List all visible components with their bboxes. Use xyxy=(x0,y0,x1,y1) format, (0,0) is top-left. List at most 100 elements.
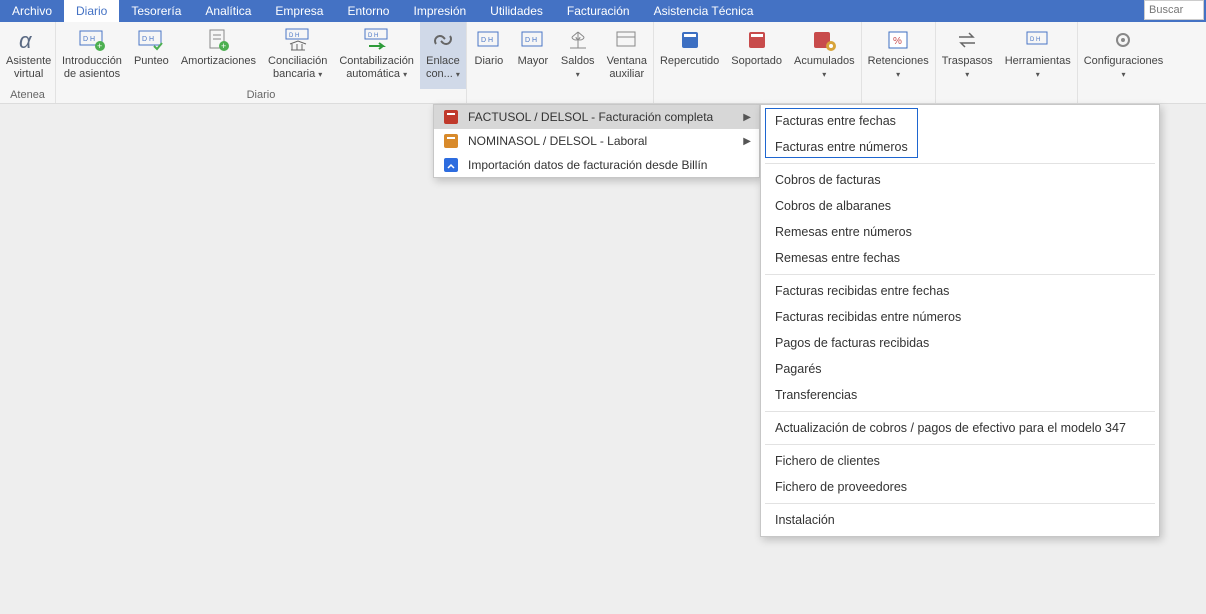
label: de asientos xyxy=(64,68,120,80)
soportado-button[interactable]: Soportado xyxy=(725,22,788,89)
svg-text:D H: D H xyxy=(368,33,378,39)
submenu-item[interactable]: Remesas entre fechas xyxy=(761,245,1159,271)
menu-item-label: FACTUSOL / DELSOL - Facturación completa xyxy=(468,110,713,124)
chevron-down-icon: ▾ xyxy=(1121,70,1125,79)
chevron-down-icon: ▾ xyxy=(403,70,407,79)
link-icon xyxy=(427,26,459,54)
submenu-item[interactable]: Actualización de cobros / pagos de efect… xyxy=(761,415,1159,441)
acumulados-button[interactable]: Acumulados▾ xyxy=(788,22,861,89)
menu-separator xyxy=(765,444,1155,445)
submenu-item[interactable]: Fichero de proveedores xyxy=(761,474,1159,500)
label: Conciliación xyxy=(268,55,327,67)
label: Mayor xyxy=(518,55,549,68)
introduccion-asientos-button[interactable]: D H+ Introducciónde asientos xyxy=(56,22,128,89)
label: Punteo xyxy=(134,55,169,68)
menu-item-label: Importación datos de facturación desde B… xyxy=(468,158,707,172)
amortizaciones-button[interactable]: + Amortizaciones xyxy=(175,22,262,89)
menu-separator xyxy=(765,411,1155,412)
tab-impresion[interactable]: Impresión xyxy=(401,0,478,22)
submenu-item[interactable]: Instalación xyxy=(761,507,1159,533)
ribbon: α Asistentevirtual Atenea D H+ Introducc… xyxy=(0,22,1206,104)
window-icon xyxy=(611,26,643,54)
svg-text:D H: D H xyxy=(481,37,493,44)
search-input[interactable]: Buscar xyxy=(1144,0,1204,20)
retenciones-button[interactable]: % Retenciones ▾ xyxy=(862,22,935,89)
submenu-item[interactable]: Remesas entre números xyxy=(761,219,1159,245)
gear-icon xyxy=(1107,26,1139,54)
ventana-auxiliar-button[interactable]: Ventanaauxiliar xyxy=(601,22,653,89)
label: Herramientas xyxy=(1005,55,1071,67)
traspasos-button[interactable]: Traspasos▾ xyxy=(936,22,999,89)
repercutido-button[interactable]: Repercutido xyxy=(654,22,725,89)
label: Soportado xyxy=(731,55,782,68)
label: Introducción xyxy=(62,55,122,67)
chevron-right-icon: ▶ xyxy=(743,112,751,123)
entry-check-icon: D H xyxy=(135,26,167,54)
submenu-item[interactable]: Transferencias xyxy=(761,382,1159,408)
submenu-item[interactable]: Fichero de clientes xyxy=(761,448,1159,474)
tools-entry-icon: D H xyxy=(1022,26,1054,54)
label: Contabilización xyxy=(339,55,414,67)
group-label: Atenea xyxy=(0,89,55,103)
label: auxiliar xyxy=(609,68,644,80)
conciliacion-bancaria-button[interactable]: D H Conciliaciónbancaria ▾ xyxy=(262,22,333,89)
tab-archivo[interactable]: Archivo xyxy=(0,0,64,22)
tab-facturacion[interactable]: Facturación xyxy=(555,0,642,22)
group-label xyxy=(467,89,653,103)
menu-item-factusol[interactable]: FACTUSOL / DELSOL - Facturación completa… xyxy=(434,105,759,129)
enlace-con-button[interactable]: Enlacecon... ▾ xyxy=(420,22,466,89)
tab-empresa[interactable]: Empresa xyxy=(263,0,335,22)
configuraciones-button[interactable]: Configuraciones ▾ xyxy=(1078,22,1170,89)
submenu-item[interactable]: Pagos de facturas recibidas xyxy=(761,330,1159,356)
label: Traspasos xyxy=(942,55,993,67)
svg-text:D H: D H xyxy=(142,36,154,43)
submenu-item[interactable]: Facturas entre números xyxy=(761,134,1159,160)
svg-text:+: + xyxy=(97,41,102,51)
saldos-button[interactable]: Saldos ▾ xyxy=(555,22,601,89)
label: Saldos xyxy=(561,55,595,67)
label: Enlace xyxy=(426,55,460,67)
chevron-down-icon: ▾ xyxy=(896,70,900,79)
label: Configuraciones xyxy=(1084,55,1164,67)
label: Amortizaciones xyxy=(181,55,256,68)
bank-icon: D H xyxy=(282,26,314,54)
submenu-item[interactable]: Cobros de facturas xyxy=(761,167,1159,193)
submenu-item[interactable]: Facturas recibidas entre fechas xyxy=(761,278,1159,304)
group-label xyxy=(654,89,861,103)
chevron-down-icon: ▾ xyxy=(318,70,322,79)
contabilizacion-automatica-button[interactable]: D H Contabilizaciónautomática ▾ xyxy=(333,22,420,89)
svg-text:%: % xyxy=(893,36,902,47)
ledger-icon: D H xyxy=(473,26,505,54)
chevron-down-icon: ▾ xyxy=(456,70,460,79)
menu-item-nominasol[interactable]: NOMINASOL / DELSOL - Laboral ▶ xyxy=(434,129,759,153)
label: Retenciones xyxy=(868,55,929,67)
alpha-icon: α xyxy=(13,26,45,54)
label: virtual xyxy=(14,68,43,80)
chevron-right-icon: ▶ xyxy=(743,136,751,147)
asistente-virtual-button[interactable]: α Asistentevirtual xyxy=(0,22,57,89)
group-label xyxy=(862,89,935,103)
mayor-button[interactable]: D H Mayor xyxy=(511,22,555,89)
tab-tesoreria[interactable]: Tesorería xyxy=(119,0,193,22)
submenu-item[interactable]: Facturas entre fechas xyxy=(761,108,1159,134)
submenu-item[interactable]: Facturas recibidas entre números xyxy=(761,304,1159,330)
book-gear-icon xyxy=(808,26,840,54)
app-orange-icon xyxy=(442,133,460,149)
balance-icon xyxy=(562,26,594,54)
tab-analitica[interactable]: Analítica xyxy=(193,0,263,22)
diario-button[interactable]: D H Diario xyxy=(467,22,511,89)
label: Asistente xyxy=(6,55,51,67)
punteo-button[interactable]: D H Punteo xyxy=(128,22,175,89)
tab-utilidades[interactable]: Utilidades xyxy=(478,0,555,22)
submenu-item[interactable]: Cobros de albaranes xyxy=(761,193,1159,219)
app-blue-icon xyxy=(442,157,460,173)
herramientas-button[interactable]: D H Herramientas▾ xyxy=(999,22,1077,89)
submenu-item[interactable]: Pagarés xyxy=(761,356,1159,382)
menu-item-billin[interactable]: Importación datos de facturación desde B… xyxy=(434,153,759,177)
tab-asistencia[interactable]: Asistencia Técnica xyxy=(642,0,766,22)
chevron-down-icon: ▾ xyxy=(576,70,580,79)
label: Acumulados xyxy=(794,55,855,67)
entry-arrow-icon: D H xyxy=(361,26,393,54)
tab-entorno[interactable]: Entorno xyxy=(335,0,401,22)
tab-diario[interactable]: Diario xyxy=(64,0,119,22)
